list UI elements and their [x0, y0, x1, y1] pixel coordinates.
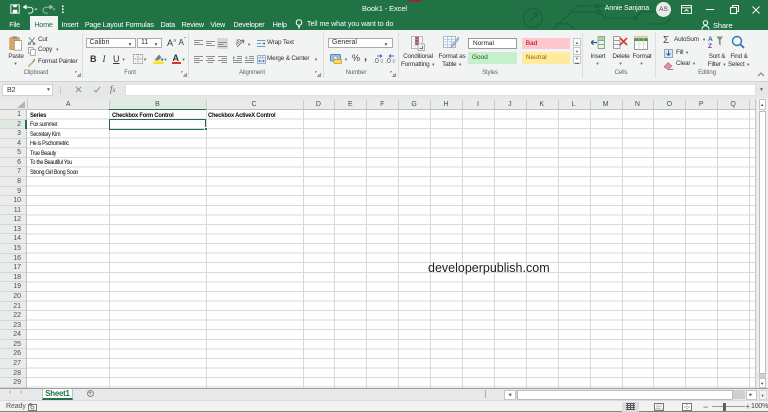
svg-text:.0: .0: [373, 58, 379, 64]
svg-text:0: 0: [381, 59, 384, 64]
svg-text:ab: ab: [236, 38, 243, 47]
svg-text:Z: Z: [708, 43, 712, 48]
svg-text:A: A: [708, 36, 713, 43]
